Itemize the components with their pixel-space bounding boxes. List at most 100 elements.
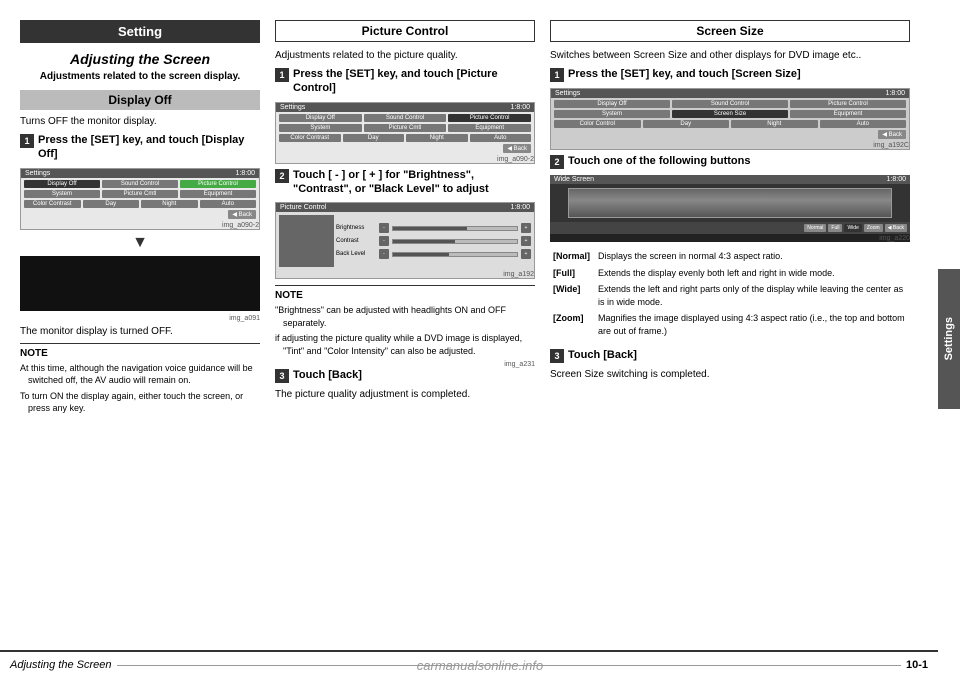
brightness-minus[interactable]: - — [379, 223, 389, 233]
brightness-bar — [392, 226, 518, 231]
pc-nav-row1: Display Off Sound Control Picture Contro… — [279, 114, 531, 122]
nav-auto[interactable]: Auto — [200, 200, 257, 208]
black-level-bar — [392, 252, 518, 257]
step3-mid-desc: The picture quality adjustment is comple… — [275, 389, 535, 400]
sr-nav-sys[interactable]: System — [554, 110, 670, 118]
sr-back-btn[interactable]: ◀ Back — [878, 130, 906, 139]
adjusting-screen-subtitle: Adjustments related to the screen displa… — [20, 71, 260, 82]
content-area: Setting Adjusting the Screen Adjustments… — [0, 0, 960, 678]
pc-nav-pic[interactable]: Picture Control — [448, 114, 531, 122]
note-mid-1: "Brightness" can be adjusted with headli… — [275, 304, 535, 329]
screen-nav-row1: Display Off Sound Control Picture Contro… — [24, 180, 256, 188]
pic-ctrl-screen1: Settings 1:8:00 Display Off Sound Contro… — [275, 102, 535, 164]
sr-nav-sound[interactable]: Sound Control — [672, 100, 788, 108]
step2-right-num: 2 — [550, 155, 564, 169]
screen-size-options-table: [Normal] Displays the screen in normal 4… — [550, 248, 910, 340]
wide-screen-mockup: Wide Screen 1:8:00 Normal Full Wide Zoom… — [550, 175, 910, 242]
sr-nav-day[interactable]: Day — [643, 120, 730, 128]
contrast-plus[interactable]: + — [521, 236, 531, 246]
nav-equipment[interactable]: Equipment — [180, 190, 256, 198]
ws-btn-back[interactable]: ◀ Back — [885, 224, 907, 232]
pc-preview — [279, 215, 334, 267]
ws-btn-normal[interactable]: Normal — [804, 224, 826, 232]
sr-nav-auto[interactable]: Auto — [820, 120, 907, 128]
sr-nav-display-off[interactable]: Display Off — [554, 100, 670, 108]
note-section-mid: NOTE "Brightness" can be adjusted with h… — [275, 285, 535, 357]
step2-right-text: Touch one of the following buttons — [568, 154, 750, 168]
nav-night[interactable]: Night — [141, 200, 198, 208]
sr-nav-color-ctrl[interactable]: Color Control — [554, 120, 641, 128]
pc-nav-pic-cmtl[interactable]: Picture Cmtl — [364, 124, 447, 132]
nav-pic-cmtl[interactable]: Picture Cmtl — [102, 190, 178, 198]
ws-btn-full[interactable]: Full — [828, 224, 842, 232]
ws-image — [568, 188, 892, 218]
sr-nav-equip[interactable]: Equipment — [790, 110, 906, 118]
ws-time: 1:8:00 — [887, 176, 906, 183]
option-wide: [Wide] Extends the left and right parts … — [550, 281, 910, 310]
pc-screen2-caption: img_a192 — [276, 271, 534, 278]
ws-btn-wide[interactable]: Wide — [844, 224, 861, 232]
pc-screen1-caption: img_a090-2 — [276, 156, 534, 163]
screen-size-header: Screen Size — [550, 20, 910, 42]
option-normal-label: [Normal] — [550, 248, 595, 265]
pc-back-btn[interactable]: ◀ Back — [503, 144, 531, 153]
pc-nav-sound[interactable]: Sound Control — [364, 114, 447, 122]
footer-title: Adjusting the Screen — [10, 659, 112, 671]
pc-nav-auto[interactable]: Auto — [470, 134, 532, 142]
ws-btn-zoom[interactable]: Zoom — [864, 224, 883, 232]
black-level-label: Back Level — [336, 251, 376, 257]
display-off-desc: Turns OFF the monitor display. — [20, 116, 260, 127]
black-level-row: Back Level - + — [336, 249, 531, 259]
option-zoom-label: [Zoom] — [550, 310, 595, 339]
nav-color-contrast[interactable]: Color Contrast — [24, 200, 81, 208]
screen-size-screen1: Settings 1:8:00 Display Off Sound Contro… — [550, 88, 910, 150]
step3-right-text: Touch [Back] — [568, 348, 637, 362]
pc-sliders: Brightness - + Contrast - + Back L — [336, 215, 531, 267]
screen-back-btn[interactable]: ◀ Back — [228, 210, 256, 219]
footer-page: 10-1 — [906, 659, 928, 671]
sr-nav-screen-size[interactable]: Screen Size — [672, 110, 788, 118]
sr-nav-pic-ctrl[interactable]: Picture Control — [790, 100, 906, 108]
pc-nav-equip[interactable]: Equipment — [448, 124, 531, 132]
pic-ctrl-desc: Adjustments related to the picture quali… — [275, 50, 535, 61]
dark-screen — [20, 256, 260, 311]
left-column: Setting Adjusting the Screen Adjustments… — [20, 20, 260, 643]
ws-controls: Normal Full Wide Zoom ◀ Back — [550, 222, 910, 234]
nav-sound-ctrl[interactable]: Sound Control — [102, 180, 178, 188]
sr-title: Settings — [555, 90, 580, 97]
dark-screen-caption: img_a091 — [20, 315, 260, 322]
brightness-plus[interactable]: + — [521, 223, 531, 233]
step2-mid-text: Touch [ - ] or [ + ] for "Brightness", "… — [293, 168, 535, 197]
option-normal-desc: Displays the screen in normal 4:3 aspect… — [595, 248, 910, 265]
option-normal: [Normal] Displays the screen in normal 4… — [550, 248, 910, 265]
pc-slider-body: Brightness - + Contrast - + Back L — [276, 212, 534, 270]
sr-nav-night[interactable]: Night — [731, 120, 818, 128]
nav-day[interactable]: Day — [83, 200, 140, 208]
pc-nav-day[interactable]: Day — [343, 134, 405, 142]
option-full-desc: Extends the display evenly both left and… — [595, 265, 910, 282]
side-tab: Settings — [938, 269, 960, 409]
pc-slider-header: Picture Control 1:8:00 — [276, 203, 534, 212]
side-tab-label: Settings — [943, 317, 955, 360]
black-level-plus[interactable]: + — [521, 249, 531, 259]
contrast-row: Contrast - + — [336, 236, 531, 246]
contrast-minus[interactable]: - — [379, 236, 389, 246]
nav-system[interactable]: System — [24, 190, 100, 198]
screen1-caption: img_a090-2 — [21, 222, 259, 229]
option-full: [Full] Extends the display evenly both l… — [550, 265, 910, 282]
sr-nav-row2: System Screen Size Equipment — [554, 110, 906, 118]
black-level-minus[interactable]: - — [379, 249, 389, 259]
step3-mid-num: 3 — [275, 369, 289, 383]
pc-nav-night[interactable]: Night — [406, 134, 468, 142]
pc-nav-display-off[interactable]: Display Off — [279, 114, 362, 122]
nav-display-off[interactable]: Display Off — [24, 180, 100, 188]
pc-nav-row3: Color Contrast Day Night Auto — [279, 134, 531, 142]
pc-nav-cc[interactable]: Color Contrast — [279, 134, 341, 142]
wide-screen-header: Wide Screen 1:8:00 — [550, 175, 910, 184]
pc-nav-row2: System Picture Cmtl Equipment — [279, 124, 531, 132]
pc-nav-sys[interactable]: System — [279, 124, 362, 132]
option-zoom: [Zoom] Magnifies the image displayed usi… — [550, 310, 910, 339]
screen-time: 1:8:00 — [236, 170, 255, 177]
nav-pic-ctrl[interactable]: Picture Control — [180, 180, 256, 188]
monitor-off-text: The monitor display is turned OFF. — [20, 326, 260, 337]
